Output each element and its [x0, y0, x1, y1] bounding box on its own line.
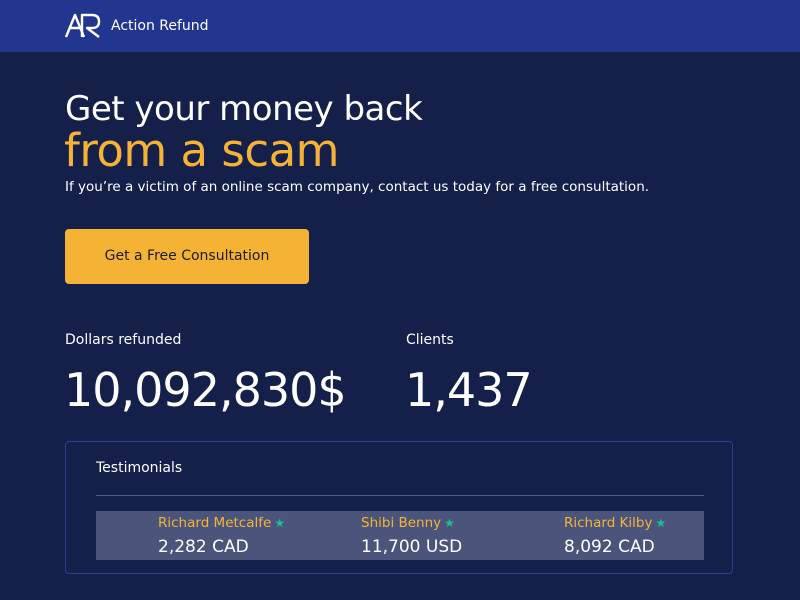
- testimonial-amount: 2,282 CAD: [158, 537, 249, 557]
- top-nav-bar: Action Refund: [0, 0, 800, 52]
- free-consultation-button[interactable]: Get a Free Consultation: [65, 229, 309, 284]
- testimonial-name: Richard Metcalfe: [158, 515, 272, 531]
- testimonial-amount: 11,700 USD: [361, 537, 463, 557]
- star-icon: ★: [274, 516, 286, 530]
- testimonial-amount: 8,092 CAD: [564, 537, 655, 557]
- testimonials-title: Testimonials: [96, 460, 183, 476]
- divider: [96, 495, 704, 496]
- dollars-refunded-value: 10,092,830$: [64, 363, 347, 417]
- testimonials-panel: Testimonials Richard Metcalfe ★ 2,282 CAD…: [65, 441, 733, 574]
- hero-title-highlight: from a scam: [64, 124, 340, 177]
- testimonials-strip[interactable]: Richard Metcalfe ★ 2,282 CAD Shibi Benny ★…: [96, 511, 704, 560]
- testimonial-name: Shibi Benny: [361, 515, 442, 531]
- testimonial-name: Richard Kilby: [564, 515, 653, 531]
- hero-subtitle: If you’re a victim of an online scam com…: [65, 179, 650, 195]
- clients-value: 1,437: [405, 363, 533, 417]
- dollars-refunded-label: Dollars refunded: [65, 332, 182, 348]
- brand-name[interactable]: Action Refund: [111, 16, 209, 36]
- star-icon: ★: [444, 516, 455, 530]
- ar-logo-icon[interactable]: [65, 13, 101, 39]
- clients-label: Clients: [406, 332, 454, 348]
- star-icon: ★: [655, 516, 667, 530]
